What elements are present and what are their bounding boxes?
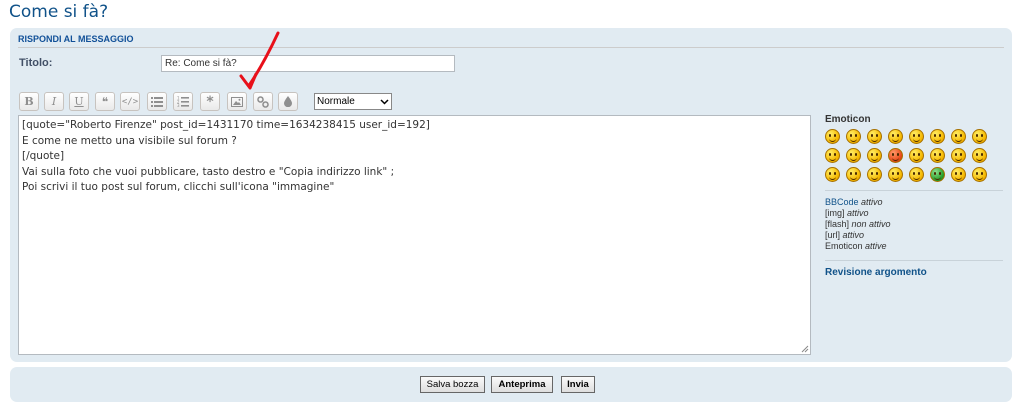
url-status: [url] attivo bbox=[825, 230, 865, 240]
smiley-icon[interactable] bbox=[930, 129, 945, 144]
smiley-icon[interactable] bbox=[867, 129, 882, 144]
preview-button[interactable]: Anteprima bbox=[491, 376, 553, 393]
list-button[interactable] bbox=[147, 92, 167, 111]
font-color-button[interactable] bbox=[278, 92, 298, 111]
smiley-icon[interactable] bbox=[909, 148, 924, 163]
smiley-icon[interactable] bbox=[825, 148, 840, 163]
smiley-icon[interactable] bbox=[951, 129, 966, 144]
smiley-icon[interactable] bbox=[951, 167, 966, 182]
reply-panel: RISPONDI AL MESSAGGIO Titolo: B I U ❝ </… bbox=[10, 28, 1012, 362]
submit-button[interactable]: Invia bbox=[561, 376, 595, 393]
chevron-down-icon bbox=[380, 98, 389, 105]
smiley-icon[interactable] bbox=[930, 148, 945, 163]
flash-status: [flash] non attivo bbox=[825, 219, 891, 229]
numbered-list-button[interactable]: 123 bbox=[173, 92, 193, 111]
topic-review-link[interactable]: Revisione argomento bbox=[825, 267, 1003, 278]
quote-button[interactable]: ❝ bbox=[95, 92, 115, 111]
message-textarea[interactable]: [quote="Roberto Firenze" post_id=1431170… bbox=[18, 115, 811, 355]
list-item-button[interactable]: * bbox=[200, 92, 220, 111]
smiley-icon[interactable] bbox=[909, 129, 924, 144]
smiley-icon[interactable] bbox=[972, 167, 987, 182]
smiley-icon[interactable] bbox=[867, 167, 882, 182]
smiley-icon[interactable] bbox=[888, 148, 903, 163]
emoticon-heading: Emoticon bbox=[825, 114, 871, 125]
smiley-icon[interactable] bbox=[972, 148, 987, 163]
smiley-icon[interactable] bbox=[888, 167, 903, 182]
svg-text:3: 3 bbox=[177, 103, 180, 107]
smiley-icon[interactable] bbox=[846, 167, 861, 182]
submit-panel: Salva bozza Anteprima Invia bbox=[10, 367, 1012, 402]
link-icon bbox=[257, 95, 269, 108]
smiley-icon[interactable] bbox=[846, 148, 861, 163]
title-label: Titolo: bbox=[19, 57, 53, 69]
numbered-list-icon: 123 bbox=[177, 96, 189, 107]
font-size-value: Normale bbox=[317, 96, 355, 107]
message-text: [quote="Roberto Firenze" post_id=1431170… bbox=[22, 119, 430, 193]
list-icon bbox=[151, 96, 163, 107]
underline-button[interactable]: U bbox=[69, 92, 89, 111]
red-arrow-annotation bbox=[239, 31, 280, 90]
img-status: [img] attivo bbox=[825, 208, 869, 218]
smiley-icon[interactable] bbox=[867, 148, 882, 163]
smiley-icon[interactable] bbox=[825, 129, 840, 144]
smiley-icon[interactable] bbox=[888, 129, 903, 144]
page-title: Come si fà? bbox=[9, 2, 109, 22]
emoticon-status: Emoticon attive bbox=[825, 241, 887, 251]
bbcode-link[interactable]: BBCode bbox=[825, 197, 859, 207]
bold-button[interactable]: B bbox=[19, 92, 39, 111]
smiley-icon[interactable] bbox=[846, 129, 861, 144]
smiley-icon[interactable] bbox=[972, 129, 987, 144]
resize-grip-icon[interactable] bbox=[801, 345, 809, 353]
font-size-select[interactable]: Normale bbox=[314, 93, 392, 110]
panel-heading: RISPONDI AL MESSAGGIO bbox=[18, 34, 1004, 48]
smiley-icon[interactable] bbox=[951, 148, 966, 163]
code-button[interactable]: </> bbox=[120, 92, 140, 111]
bbcode-status: BBCode attivo bbox=[825, 197, 883, 207]
drop-icon bbox=[284, 96, 292, 107]
smiley-icon[interactable] bbox=[825, 167, 840, 182]
smiley-icon[interactable] bbox=[909, 167, 924, 182]
subject-input[interactable] bbox=[161, 55, 455, 72]
emoticon-grid bbox=[825, 129, 1003, 182]
image-button[interactable] bbox=[227, 92, 247, 111]
save-draft-button[interactable]: Salva bozza bbox=[420, 376, 485, 393]
image-icon bbox=[231, 96, 243, 107]
sidebar: Emoticon BBCode attivo [img] attivo [fla… bbox=[825, 114, 1003, 278]
link-button[interactable] bbox=[253, 92, 273, 111]
italic-button[interactable]: I bbox=[44, 92, 64, 111]
smiley-icon[interactable] bbox=[930, 167, 945, 182]
